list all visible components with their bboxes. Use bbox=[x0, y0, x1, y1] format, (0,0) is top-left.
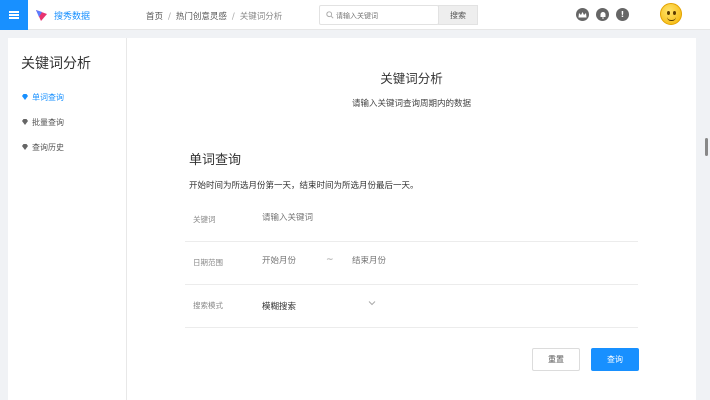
brand-logo-icon bbox=[36, 10, 47, 21]
section-description: 开始时间为所选月份第一天，结束时间为所选月份最后一天。 bbox=[189, 181, 419, 191]
hamburger-icon bbox=[9, 11, 19, 19]
query-button[interactable]: 查询 bbox=[591, 348, 639, 371]
alert-icon[interactable]: ! bbox=[616, 8, 629, 21]
range-separator: ~ bbox=[326, 255, 334, 265]
breadcrumb-inspiration[interactable]: 热门创意灵感 bbox=[176, 12, 227, 22]
sidebar-item-label: 批量查询 bbox=[32, 117, 64, 127]
date-range-label: 日期范围 bbox=[193, 258, 223, 267]
top-bar: 搜秀数据 首页/热门创意灵感/关键词分析 搜索 ! bbox=[0, 0, 710, 30]
diamond-icon bbox=[22, 144, 28, 150]
avatar[interactable] bbox=[660, 3, 682, 25]
end-month-input[interactable] bbox=[352, 256, 442, 266]
search-mode-select[interactable]: 模糊搜索 bbox=[262, 300, 296, 312]
sidebar-item-label: 查询历史 bbox=[32, 142, 64, 152]
date-range-row: 日期范围 ~ bbox=[185, 242, 638, 285]
header-search bbox=[319, 5, 439, 25]
search-button[interactable]: 搜索 bbox=[438, 5, 478, 25]
page-title: 关键词分析 bbox=[380, 71, 443, 86]
breadcrumb-home[interactable]: 首页 bbox=[146, 12, 163, 22]
brand-name: 搜秀数据 bbox=[54, 12, 91, 22]
start-month-input[interactable] bbox=[262, 256, 322, 266]
keyword-row: 关键词 bbox=[185, 199, 638, 242]
chevron-down-icon[interactable] bbox=[368, 299, 376, 307]
main-panel: 关键词分析 请输入关键词查询周期内的数据 单词查询 开始时间为所选月份第一天，结… bbox=[127, 38, 696, 400]
sidebar-item-label: 单词查询 bbox=[32, 92, 64, 102]
breadcrumb-current: 关键词分析 bbox=[239, 12, 283, 22]
crown-icon[interactable] bbox=[576, 8, 589, 21]
page-subtitle: 请输入关键词查询周期内的数据 bbox=[351, 99, 471, 109]
sidebar-item-query-history[interactable]: 查询历史 bbox=[21, 140, 64, 154]
sidebar-item-single-query[interactable]: 单词查询 bbox=[21, 90, 64, 104]
bell-icon[interactable] bbox=[596, 8, 609, 21]
reset-button[interactable]: 重置 bbox=[532, 348, 580, 371]
breadcrumb: 首页 / 热门创意灵感 / 关键词分析 bbox=[146, 12, 283, 22]
sidebar-title: 关键词分析 bbox=[21, 56, 91, 72]
section-title: 单词查询 bbox=[189, 153, 242, 168]
search-input[interactable] bbox=[336, 9, 436, 22]
search-mode-label: 搜索模式 bbox=[193, 301, 223, 310]
scrollbar-track[interactable] bbox=[704, 38, 710, 400]
menu-toggle-button[interactable] bbox=[0, 0, 28, 30]
diamond-icon bbox=[22, 119, 28, 125]
search-mode-row[interactable]: 搜索模式 模糊搜索 bbox=[185, 285, 638, 328]
sidebar-item-batch-query[interactable]: 批量查询 bbox=[21, 115, 64, 129]
sidebar: 关键词分析 单词查询 批量查询 查询历史 bbox=[8, 38, 127, 400]
keyword-label: 关键词 bbox=[193, 215, 216, 224]
search-icon bbox=[326, 11, 334, 19]
diamond-icon bbox=[22, 94, 28, 100]
scrollbar-thumb[interactable] bbox=[705, 138, 708, 156]
keyword-input[interactable] bbox=[262, 213, 412, 223]
